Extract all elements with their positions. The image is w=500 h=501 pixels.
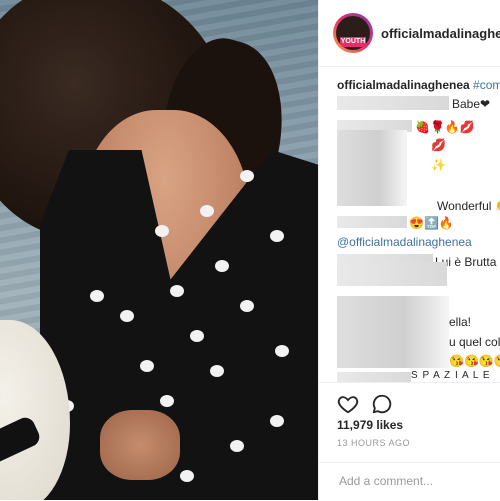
polka-dot — [215, 260, 229, 272]
comment-text: Wonderful 👏 — [437, 199, 500, 213]
redacted-comment-block — [337, 262, 447, 286]
polka-dot — [240, 170, 254, 182]
comment-text: 😘😘😘😘 — [449, 354, 500, 368]
comment-text: S P A Z I A L E — [411, 370, 491, 381]
polka-dot — [140, 360, 154, 372]
polka-dot — [155, 225, 169, 237]
redacted-avatar-block — [337, 296, 449, 368]
polka-dot — [270, 415, 284, 427]
comment-text: 💋 — [431, 138, 446, 152]
polka-dot — [160, 395, 174, 407]
polka-dot — [170, 285, 184, 297]
avatar[interactable]: YOUTH — [336, 16, 370, 50]
add-comment-bar — [319, 462, 500, 501]
redacted-username — [337, 372, 411, 382]
likes-count[interactable]: 11,979 likes — [337, 418, 403, 432]
polka-dot — [190, 330, 204, 342]
redacted-avatar-block — [337, 130, 407, 206]
polka-dot — [90, 290, 104, 302]
polka-dot — [120, 310, 134, 322]
add-comment-input[interactable] — [337, 473, 491, 489]
post-actions — [319, 382, 500, 423]
polka-dot — [200, 205, 214, 217]
comment-text: 😍🔝🔥 — [409, 216, 454, 230]
polka-dot — [275, 345, 289, 357]
comment-text: ✨ — [431, 158, 446, 172]
post-header: YOUTH officialmadalinaghe... — [319, 0, 500, 67]
polka-dot — [180, 470, 194, 482]
heart-icon[interactable] — [337, 393, 359, 415]
comment-text: u quel coll — [449, 335, 500, 349]
caption-hashtag[interactable]: #comin — [473, 78, 500, 92]
comment-bubble-icon[interactable] — [371, 393, 393, 415]
comment-text: 🍓🌹🔥💋 — [415, 120, 475, 134]
post-side-panel: YOUTH officialmadalinaghe... officialmad… — [318, 0, 500, 500]
redacted-username — [337, 96, 449, 110]
comment-text: ella! — [449, 315, 472, 329]
post-caption: officialmadalinaghenea #comin — [337, 78, 500, 92]
avatar-badge: YOUTH — [340, 37, 366, 47]
post-timestamp: 13 HOURS AGO — [337, 438, 411, 448]
polka-dot — [270, 230, 284, 242]
post-photo[interactable] — [0, 0, 318, 500]
comment-text: Babe❤ — [452, 97, 491, 111]
polka-dot — [210, 365, 224, 377]
photo-hand — [100, 410, 180, 480]
post-username[interactable]: officialmadalinaghe... — [381, 26, 500, 41]
polka-dot — [230, 440, 244, 452]
polka-dot — [240, 300, 254, 312]
redacted-username — [337, 216, 407, 228]
caption-username[interactable]: officialmadalinaghenea — [337, 78, 470, 92]
comment-mention[interactable]: @officialmadalinaghenea — [337, 235, 472, 249]
